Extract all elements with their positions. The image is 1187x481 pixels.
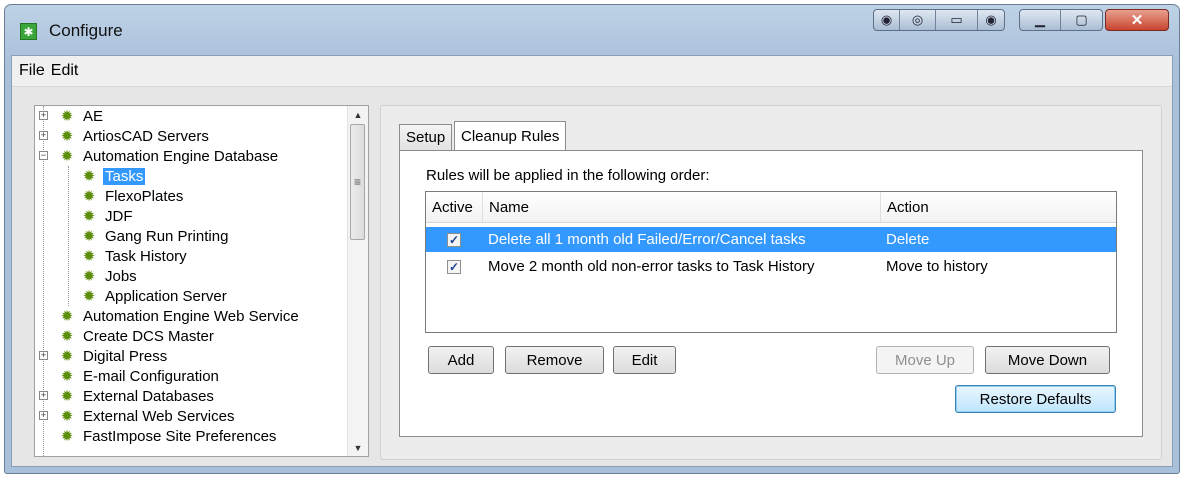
keyboard-icon[interactable]: ▭ (936, 10, 978, 30)
minimize-icon[interactable]: ▁ (1020, 10, 1062, 30)
expand-icon[interactable]: + (39, 391, 48, 400)
cleanup-rules-pane: Rules will be applied in the following o… (399, 150, 1143, 437)
gear-icon: ✹ (60, 328, 74, 345)
tree-item-automation-engine-database[interactable]: − ✹ Automation Engine Database (39, 146, 280, 166)
tree-item-automation-engine-web-service[interactable]: ✹ Automation Engine Web Service (59, 306, 301, 326)
tree-item-ae[interactable]: + ✹ AE (39, 106, 105, 126)
tab-cleanup-rules[interactable]: Cleanup Rules (454, 121, 567, 150)
column-header-active[interactable]: Active (426, 192, 483, 222)
column-header-action[interactable]: Action (881, 192, 1116, 222)
edit-button[interactable]: Edit (613, 346, 676, 374)
table-row[interactable]: ✓ Move 2 month old non-error tasks to Ta… (426, 254, 1116, 279)
rules-table-header: Active Name Action (426, 192, 1116, 223)
tree-item-task-history[interactable]: ✹ Task History (81, 246, 189, 266)
close-icon[interactable]: ✕ (1105, 9, 1169, 31)
gear-icon: ✹ (82, 268, 96, 285)
body-area: + ✹ AE + ✹ ArtiosCAD Servers − ✹ Automat… (12, 87, 1172, 466)
expand-icon[interactable]: + (39, 111, 48, 120)
configuration-tree[interactable]: + ✹ AE + ✹ ArtiosCAD Servers − ✹ Automat… (34, 105, 369, 457)
gear-icon: ✹ (60, 348, 74, 365)
title-bar[interactable]: ✱ Configure ◉ ◎ ▭ ◉ ▁ ▢ ✕ (5, 5, 1179, 55)
expand-icon[interactable]: + (39, 131, 48, 140)
column-header-name[interactable]: Name (483, 192, 881, 222)
gear-icon: ✹ (82, 288, 96, 305)
tree-item-tasks[interactable]: ✹ Tasks (81, 166, 146, 186)
client-area: File Edit + ✹ AE + ✹ ArtiosCAD Servers −… (11, 55, 1173, 467)
expand-icon[interactable]: + (39, 411, 48, 420)
gear-icon: ✹ (60, 408, 74, 425)
tree-item-gang-run-printing[interactable]: ✹ Gang Run Printing (81, 226, 230, 246)
remove-button[interactable]: Remove (505, 346, 604, 374)
gear-icon: ✹ (60, 108, 74, 125)
checkmark-icon: ✓ (447, 232, 461, 247)
gear-icon: ✹ (82, 188, 96, 205)
menu-file[interactable]: File (16, 62, 48, 80)
camera-icon[interactable]: ◉ (874, 10, 900, 30)
gear-icon: ✹ (60, 368, 74, 385)
maximize-icon[interactable]: ▢ (1061, 10, 1102, 30)
rule-action: Delete (886, 231, 930, 248)
window-controls: ▁ ▢ (1019, 9, 1103, 31)
gear-icon: ✹ (82, 228, 96, 245)
gear-icon: ✹ (60, 388, 74, 405)
tree-guide-line (68, 166, 69, 306)
expand-icon[interactable]: + (39, 351, 48, 360)
settings-panel: Setup Cleanup Rules Rules will be applie… (380, 105, 1162, 460)
scroll-up-icon[interactable]: ▲ (348, 106, 368, 123)
tree-item-flexoplates[interactable]: ✹ FlexoPlates (81, 186, 185, 206)
app-gear-icon: ✱ (20, 23, 37, 40)
menu-edit[interactable]: Edit (48, 62, 82, 80)
rule-name: Move 2 month old non-error tasks to Task… (488, 258, 815, 275)
restore-defaults-button[interactable]: Restore Defaults (955, 385, 1116, 413)
tree-item-digital-press[interactable]: + ✹ Digital Press (39, 346, 169, 366)
rules-table[interactable]: Active Name Action ✓ Delete all 1 month … (425, 191, 1117, 333)
gear-icon: ✹ (60, 308, 74, 325)
window-title: Configure (49, 21, 123, 40)
tree-item-external-databases[interactable]: + ✹ External Databases (39, 386, 216, 406)
scrollbar-thumb[interactable]: ≡ (350, 124, 365, 240)
move-up-button[interactable]: Move Up (876, 346, 974, 374)
table-row[interactable]: ✓ Delete all 1 month old Failed/Error/Ca… (426, 227, 1116, 252)
menu-bar: File Edit (12, 56, 1172, 87)
eye-icon[interactable]: ◎ (900, 10, 936, 30)
tab-setup[interactable]: Setup (399, 124, 453, 150)
tree-item-jdf[interactable]: ✹ JDF (81, 206, 135, 226)
checkmark-icon: ✓ (447, 259, 461, 274)
rule-action: Move to history (886, 258, 988, 275)
rules-order-label: Rules will be applied in the following o… (426, 167, 710, 184)
active-checkbox[interactable]: ✓ (447, 254, 461, 279)
rule-name: Delete all 1 month old Failed/Error/Canc… (488, 231, 806, 248)
tree-item-external-web-services[interactable]: + ✹ External Web Services (39, 406, 236, 426)
tree-item-email-configuration[interactable]: ✹ E-mail Configuration (59, 366, 221, 386)
gear-icon: ✹ (60, 428, 74, 445)
tree-item-fastimpose-site-preferences[interactable]: ✹ FastImpose Site Preferences (59, 426, 278, 446)
tree-item-create-dcs-master[interactable]: ✹ Create DCS Master (59, 326, 216, 346)
scroll-down-icon[interactable]: ▼ (348, 439, 368, 456)
add-button[interactable]: Add (428, 346, 494, 374)
tree-item-application-server[interactable]: ✹ Application Server (81, 286, 229, 306)
gear-icon: ✹ (60, 148, 74, 165)
move-down-button[interactable]: Move Down (985, 346, 1110, 374)
extra-title-buttons: ◉ ◎ ▭ ◉ (873, 9, 1005, 31)
collapse-icon[interactable]: − (39, 151, 48, 160)
tree-item-jobs[interactable]: ✹ Jobs (81, 266, 139, 286)
tree-scrollbar[interactable]: ▲ ≡ ▼ (347, 106, 368, 456)
record-icon[interactable]: ◉ (978, 10, 1004, 30)
active-checkbox[interactable]: ✓ (447, 227, 461, 252)
gear-icon: ✹ (60, 128, 74, 145)
configure-window: ✱ Configure ◉ ◎ ▭ ◉ ▁ ▢ ✕ File Edit + ✹ … (4, 4, 1180, 474)
tree-item-artioscad-servers[interactable]: + ✹ ArtiosCAD Servers (39, 126, 211, 146)
gear-icon: ✹ (82, 168, 96, 185)
gear-icon: ✹ (82, 208, 96, 225)
gear-icon: ✹ (82, 248, 96, 265)
